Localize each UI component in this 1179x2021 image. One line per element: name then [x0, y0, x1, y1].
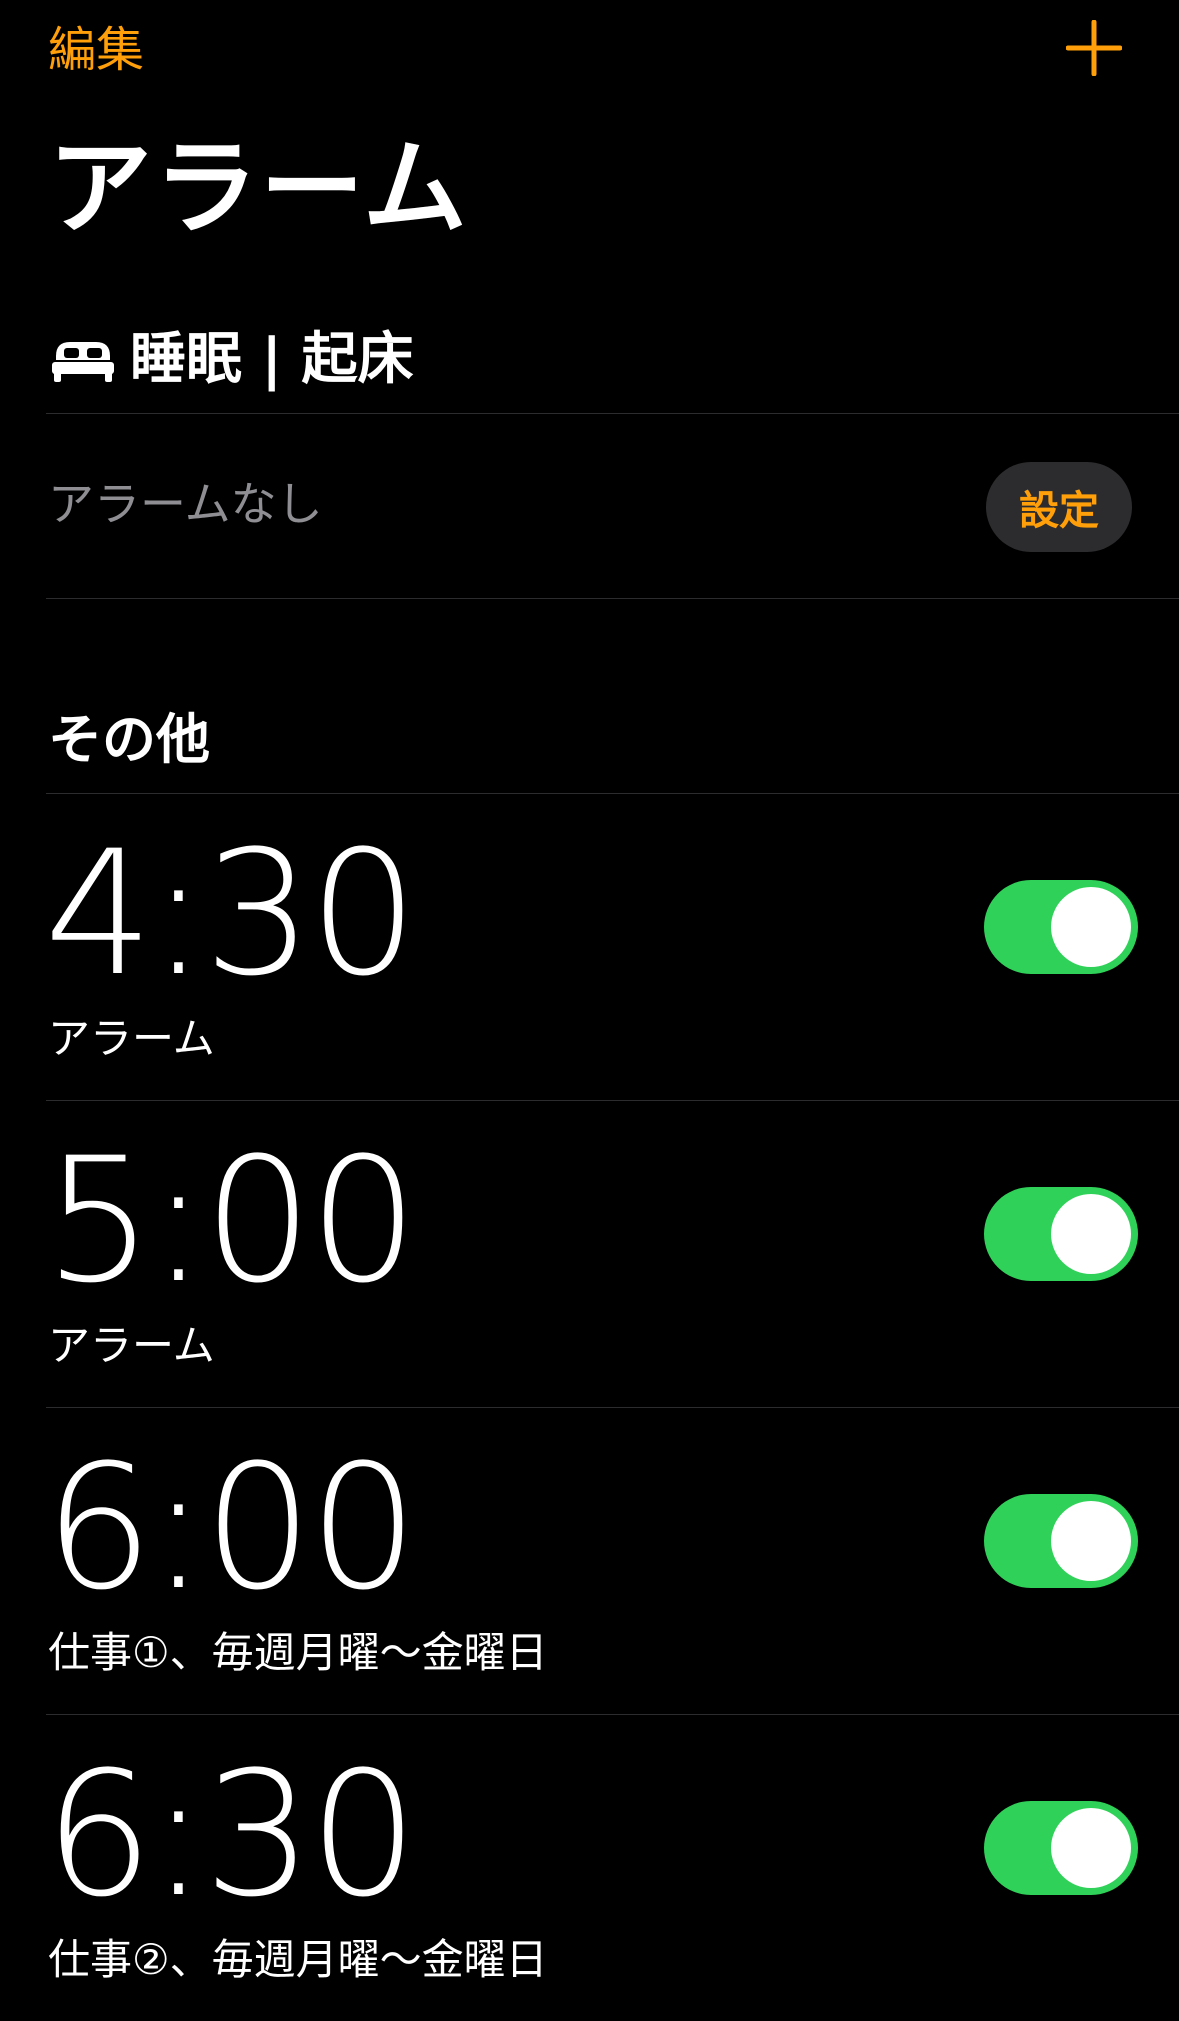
- plus-icon: [1065, 19, 1123, 77]
- other-section-title: その他: [48, 708, 210, 771]
- alarm-row[interactable]: 4:30 アラーム: [0, 793, 1179, 1100]
- sleep-section-title: 睡眠 | 起床: [130, 327, 414, 392]
- no-alarm-text: アラームなし: [48, 477, 323, 531]
- alarm-toggle[interactable]: [984, 1187, 1138, 1281]
- edit-button[interactable]: 編集: [48, 20, 144, 80]
- alarm-label: 仕事②、毎週月曜〜金曜日: [48, 1935, 548, 1984]
- alarm-time: 5:00: [44, 1120, 418, 1321]
- add-alarm-button[interactable]: [1065, 19, 1123, 77]
- page-title: アラーム: [48, 127, 469, 249]
- divider: [46, 413, 1179, 414]
- divider: [46, 598, 1179, 599]
- alarm-label: 仕事①、毎週月曜〜金曜日: [48, 1628, 548, 1677]
- set-sleep-alarm-button[interactable]: 設定: [986, 462, 1132, 552]
- toggle-knob: [1051, 887, 1131, 967]
- toggle-knob: [1051, 1808, 1131, 1888]
- toggle-knob: [1051, 1194, 1131, 1274]
- alarm-time: 6:00: [44, 1427, 418, 1628]
- navigation-bar: 編集: [0, 0, 1179, 110]
- alarm-toggle[interactable]: [984, 1494, 1138, 1588]
- sleep-section-header: 睡眠 | 起床: [52, 325, 413, 395]
- alarm-time: 6:30: [44, 1734, 418, 1935]
- alarm-row[interactable]: 5:00 アラーム: [0, 1100, 1179, 1407]
- bed-icon: [52, 342, 114, 382]
- alarm-label: アラーム: [48, 1321, 215, 1370]
- toggle-knob: [1051, 1501, 1131, 1581]
- alarm-row[interactable]: 6:00 仕事①、毎週月曜〜金曜日: [0, 1407, 1179, 1714]
- alarm-row[interactable]: 6:30 仕事②、毎週月曜〜金曜日: [0, 1714, 1179, 2021]
- alarm-toggle[interactable]: [984, 880, 1138, 974]
- alarm-toggle[interactable]: [984, 1801, 1138, 1895]
- alarm-label: アラーム: [48, 1014, 215, 1063]
- alarm-time: 4:30: [44, 813, 418, 1014]
